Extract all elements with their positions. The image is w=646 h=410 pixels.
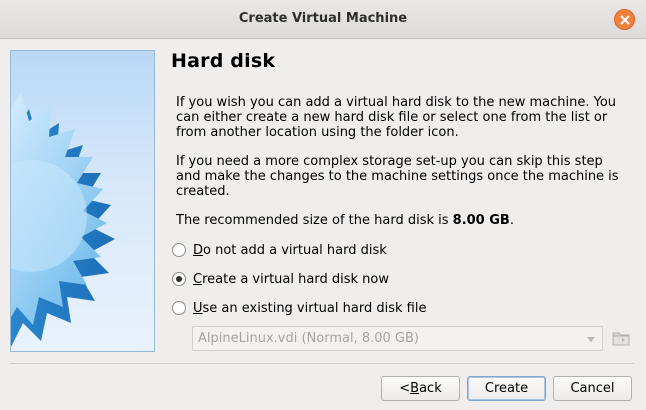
back-button-rest: ack <box>419 381 442 396</box>
radio-create-disk[interactable] <box>172 272 186 286</box>
radio-no-disk[interactable] <box>172 243 186 257</box>
option-create-disk[interactable]: Create a virtual hard disk now <box>172 271 389 287</box>
recommended-size-suffix: . <box>509 213 514 228</box>
window-title: Create Virtual Machine <box>238 11 408 26</box>
create-button[interactable]: Create <box>467 376 546 401</box>
back-button-mnemonic: B <box>410 381 420 396</box>
existing-disk-select[interactable]: AlpineLinux.vdi (Normal, 8.00 GB) <box>192 326 603 351</box>
starburst-image <box>11 93 115 347</box>
option-existing-disk-label: Use an existing virtual hard disk file <box>193 300 427 316</box>
intro-text: If you wish you can add a virtual hard d… <box>176 95 617 140</box>
folder-icon <box>612 332 630 346</box>
back-button-prefix: < <box>399 381 411 396</box>
option-no-disk[interactable]: Do not add a virtual hard disk <box>172 242 387 258</box>
back-button[interactable]: < Back <box>381 376 460 401</box>
recommended-size-value: 8.00 GB <box>452 213 510 228</box>
title-bar[interactable]: Create Virtual Machine <box>0 0 646 39</box>
create-vm-dialog: Create Virtual Machine Hard disk If you … <box>0 0 646 410</box>
option-existing-disk[interactable]: Use an existing virtual hard disk file <box>172 300 426 316</box>
existing-disk-select-value: AlpineLinux.vdi (Normal, 8.00 GB) <box>198 331 419 346</box>
close-button[interactable] <box>614 9 635 30</box>
radio-existing-disk[interactable] <box>172 301 186 315</box>
recommended-size-prefix: The recommended size of the hard disk is <box>176 213 453 228</box>
recommended-size-text: The recommended size of the hard disk is… <box>176 213 626 228</box>
advanced-storage-text: If you need a more complex storage set-u… <box>176 154 619 199</box>
choose-disk-file-button[interactable] <box>611 328 631 348</box>
option-no-disk-label: Do not add a virtual hard disk <box>193 242 387 258</box>
close-icon <box>620 15 629 24</box>
button-separator <box>10 363 634 364</box>
option-create-disk-label: Create a virtual hard disk now <box>193 271 389 287</box>
cancel-button[interactable]: Cancel <box>553 376 632 401</box>
wizard-side-image <box>10 50 155 352</box>
page-title: Hard disk <box>171 50 276 72</box>
chevron-down-icon <box>587 337 595 342</box>
